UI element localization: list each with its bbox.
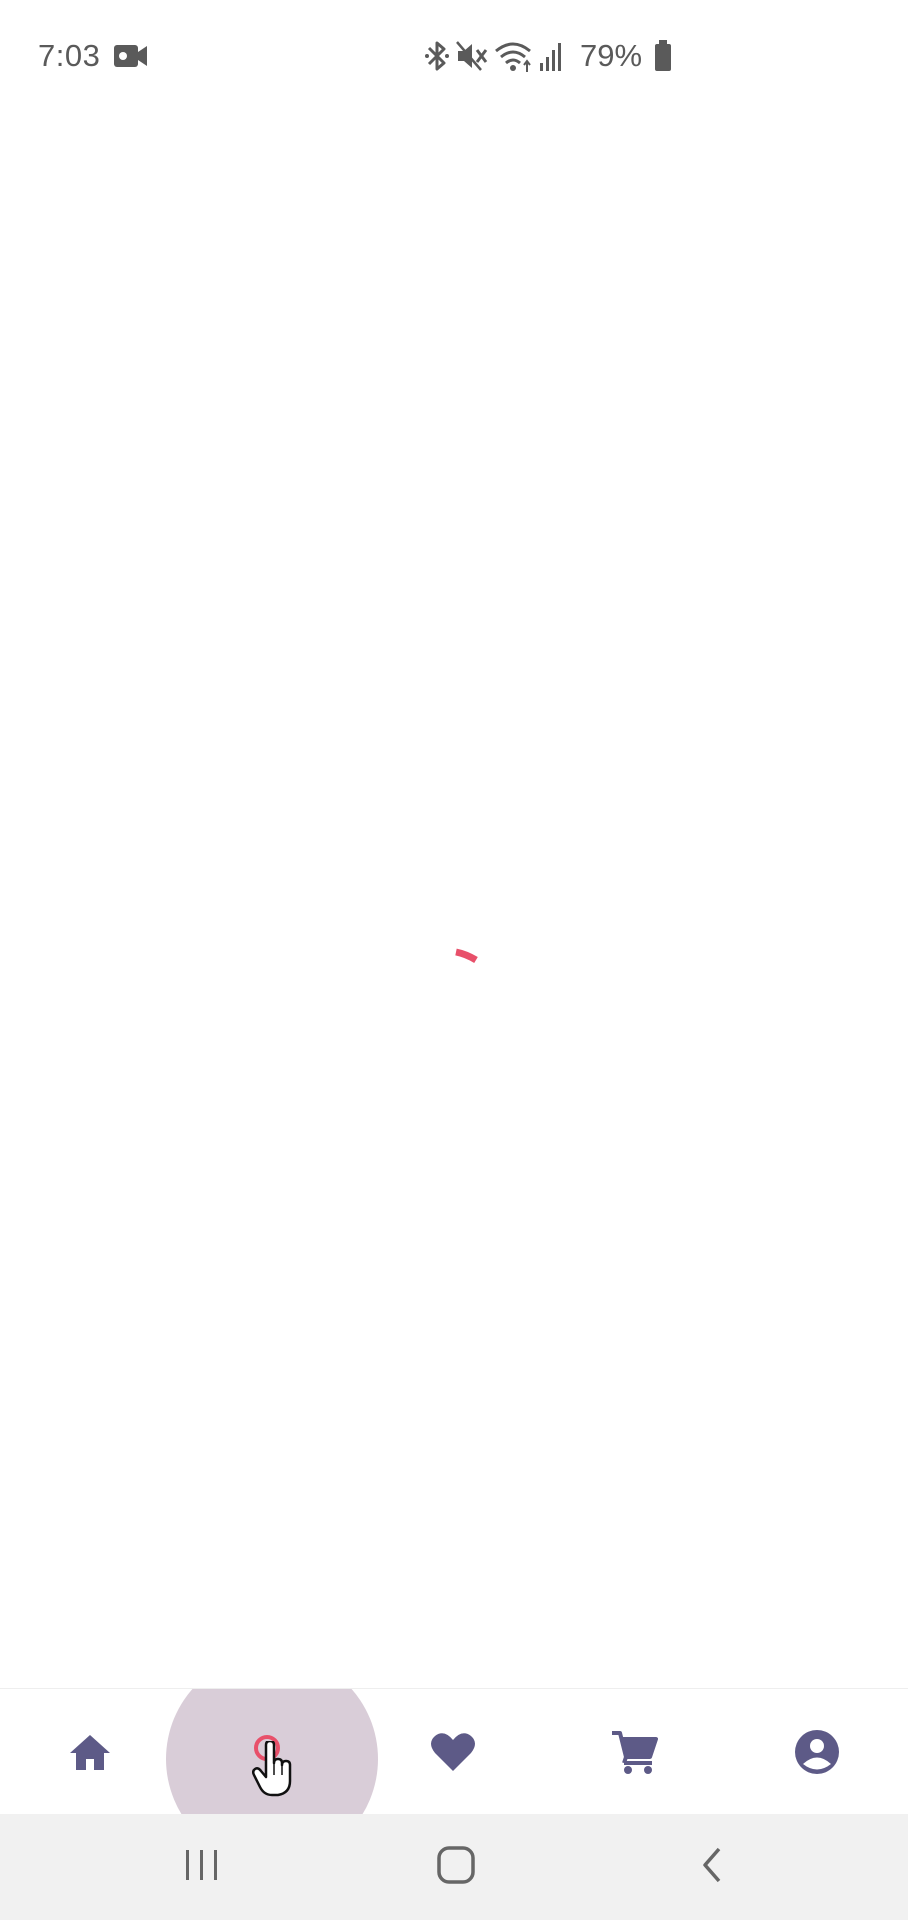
recents-button[interactable]: [172, 1840, 232, 1894]
battery-icon: [654, 40, 672, 72]
main-content: [0, 110, 908, 1688]
system-navigation-bar: [0, 1814, 908, 1920]
heart-icon: [429, 1731, 477, 1773]
battery-percent: 79%: [580, 38, 643, 73]
account-circle-icon: [794, 1729, 840, 1775]
back-button[interactable]: [682, 1840, 742, 1894]
home-outline-icon: [436, 1845, 476, 1890]
bottom-navigation: [0, 1688, 908, 1815]
cart-icon: [610, 1729, 658, 1775]
status-icons: 79%: [424, 36, 672, 76]
signal-icon: [538, 39, 564, 73]
mute-icon: [456, 39, 488, 73]
nav-profile-button[interactable]: [757, 1689, 877, 1815]
back-chevron-icon: [697, 1845, 727, 1890]
hand-pointer-icon: [251, 1739, 296, 1797]
nav-home-button[interactable]: [30, 1689, 150, 1815]
system-home-button[interactable]: [426, 1840, 486, 1894]
wifi-icon: [494, 39, 532, 73]
bluetooth-icon: [424, 39, 450, 73]
recents-icon: [182, 1848, 222, 1887]
nav-favorites-button[interactable]: [393, 1689, 513, 1815]
video-record-icon: [114, 44, 148, 68]
nav-cart-button[interactable]: [574, 1689, 694, 1815]
status-time: 7:03: [38, 38, 101, 73]
home-icon: [68, 1732, 112, 1772]
loading-spinner: [452, 946, 482, 970]
status-bar: 7:03 79%: [0, 0, 908, 110]
